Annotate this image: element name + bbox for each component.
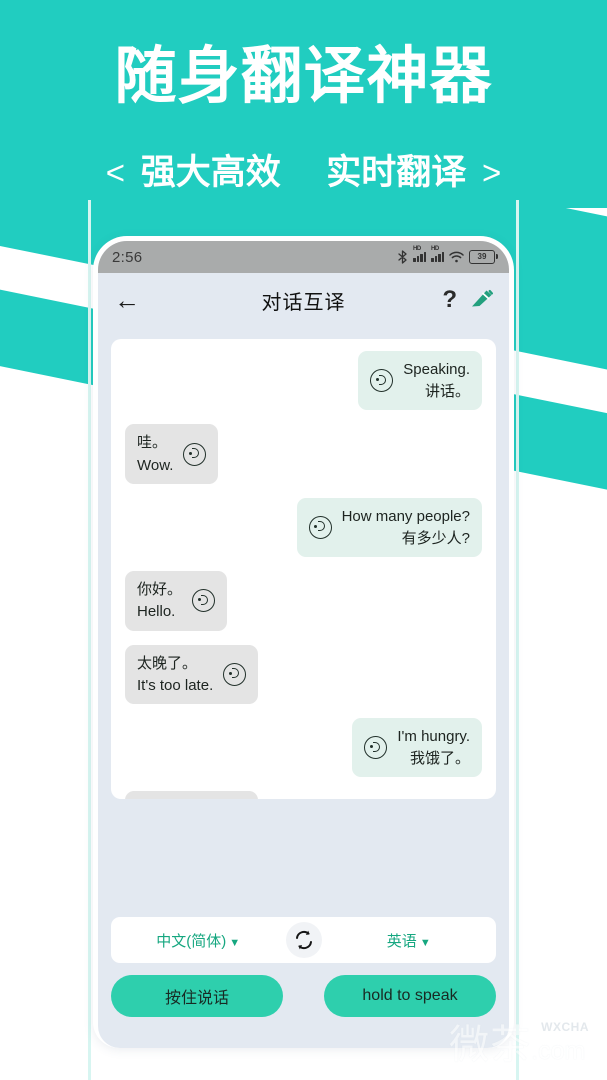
bubble-primary-text: I'm hungry. (397, 727, 470, 745)
speak-button-row: 按住说话 hold to speak (111, 975, 496, 1017)
watermark-badge: WXCHA (533, 1018, 597, 1042)
chat-bubble-incoming[interactable]: 太晚了。 It's too late. (125, 644, 259, 704)
chevron-down-icon: ▼ (419, 936, 431, 949)
hd-label-sim1: HD (413, 246, 421, 252)
subtitle-text-b: 实时翻译 (326, 153, 467, 192)
phone-screen: 2:56 HD HD 39 ← 对话互译 ? Speaking. 讲话。 哇。 … (98, 241, 509, 1048)
chat-bubble-outgoing[interactable]: How many people? 有多少人? (296, 497, 482, 558)
speaker-icon[interactable] (364, 736, 388, 760)
app-header: ← 对话互译 ? (98, 273, 509, 327)
hold-to-speak-source-button[interactable]: 按住说话 (111, 975, 283, 1017)
bubble-secondary-text: Hello. (137, 603, 176, 621)
speaker-icon[interactable] (192, 589, 216, 613)
back-icon[interactable]: ← (114, 287, 142, 313)
poster-root: 随身翻译神器 < 强大高效 实时翻译 > 2:56 HD HD 39 ← 对话互… (0, 0, 607, 1080)
status-clock: 2:56 (112, 248, 143, 266)
message-row: 你好。 Hello. (125, 571, 482, 631)
battery-level-label: 39 (477, 252, 487, 261)
target-language-dropdown[interactable]: 英语 ▼ (322, 930, 497, 951)
message-row: How many people? 有多少人? (125, 497, 482, 558)
chat-bubble-outgoing[interactable]: I'm hungry. 我饿了。 (352, 717, 482, 778)
message-row: 哇。 Wow. (125, 424, 482, 484)
page-title: 随身翻译神器 (114, 42, 493, 111)
bubble-primary-text: Speaking. (403, 361, 470, 378)
swap-languages-button[interactable] (285, 922, 322, 958)
bubble-primary-text: 你好。 (137, 581, 183, 599)
conversation-panel[interactable]: Speaking. 讲话。 哇。 Wow. How many people? 有… (111, 339, 496, 799)
page-subtitle: < 强大高效 实时翻译 > (0, 144, 607, 195)
bubble-secondary-text: 讲话。 (424, 383, 470, 401)
status-icon-group: HD HD 39 (397, 246, 498, 264)
bubble-secondary-text: Wow. (137, 456, 174, 474)
chat-bubble-incoming[interactable]: 太晚了。 It's too late. (125, 791, 259, 799)
speaker-icon[interactable] (223, 662, 247, 686)
bubble-secondary-text: 我饿了。 (409, 750, 470, 768)
seam-line-left (88, 200, 91, 1080)
chat-bubble-outgoing[interactable]: Speaking. 讲话。 (358, 351, 482, 411)
phone-mockup: 2:56 HD HD 39 ← 对话互译 ? Speaking. 讲话。 哇。 … (93, 236, 514, 1048)
bubble-primary-text: 太晚了。 (137, 654, 198, 672)
signal-bars-sim2-icon: HD (431, 246, 444, 262)
language-selector-bar: 中文(简体) ▼ 英语 ▼ (111, 917, 496, 963)
battery-icon: 39 (469, 250, 498, 264)
chevron-down-icon: ▼ (229, 936, 241, 949)
chat-bubble-incoming[interactable]: 你好。 Hello. (125, 571, 228, 631)
brush-clear-icon[interactable] (469, 289, 493, 311)
hold-to-speak-target-button[interactable]: hold to speak (324, 975, 496, 1017)
help-icon[interactable]: ? (442, 288, 457, 312)
chat-bubble-incoming[interactable]: 哇。 Wow. (125, 424, 219, 484)
speaker-icon[interactable] (370, 369, 394, 393)
message-row: Speaking. 讲话。 (125, 351, 482, 411)
speaker-icon[interactable] (308, 515, 332, 539)
subtitle-left-arrow: < (105, 154, 126, 191)
wifi-icon (449, 251, 464, 263)
message-row: 太晚了。 It's too late. (125, 791, 482, 799)
bubble-primary-text: How many people? (341, 507, 470, 525)
bubble-secondary-text: 有多少人? (401, 529, 470, 547)
bubble-primary-text: 哇。 (137, 434, 168, 452)
bluetooth-icon (398, 250, 407, 264)
bubble-secondary-text: It's too late. (137, 676, 214, 694)
signal-bars-sim1-icon: HD (413, 246, 426, 262)
target-language-label: 英语 (386, 932, 417, 950)
watermark-domain: .com (531, 1037, 586, 1065)
seam-line-right (516, 200, 519, 1080)
message-row: 太晚了。 It's too late. (125, 644, 482, 704)
subtitle-right-arrow: > (481, 154, 502, 191)
subtitle-text-a: 强大高效 (140, 153, 281, 192)
message-row: I'm hungry. 我饿了。 (125, 717, 482, 778)
source-language-label: 中文(简体) (156, 932, 227, 950)
app-header-actions: ? (442, 288, 493, 312)
swap-languages-icon (295, 930, 312, 950)
top-banner (0, 0, 607, 230)
hd-label-sim2: HD (431, 246, 439, 252)
status-bar: 2:56 HD HD 39 (98, 241, 509, 273)
source-language-dropdown[interactable]: 中文(简体) ▼ (111, 930, 286, 951)
speaker-icon[interactable] (183, 442, 207, 466)
